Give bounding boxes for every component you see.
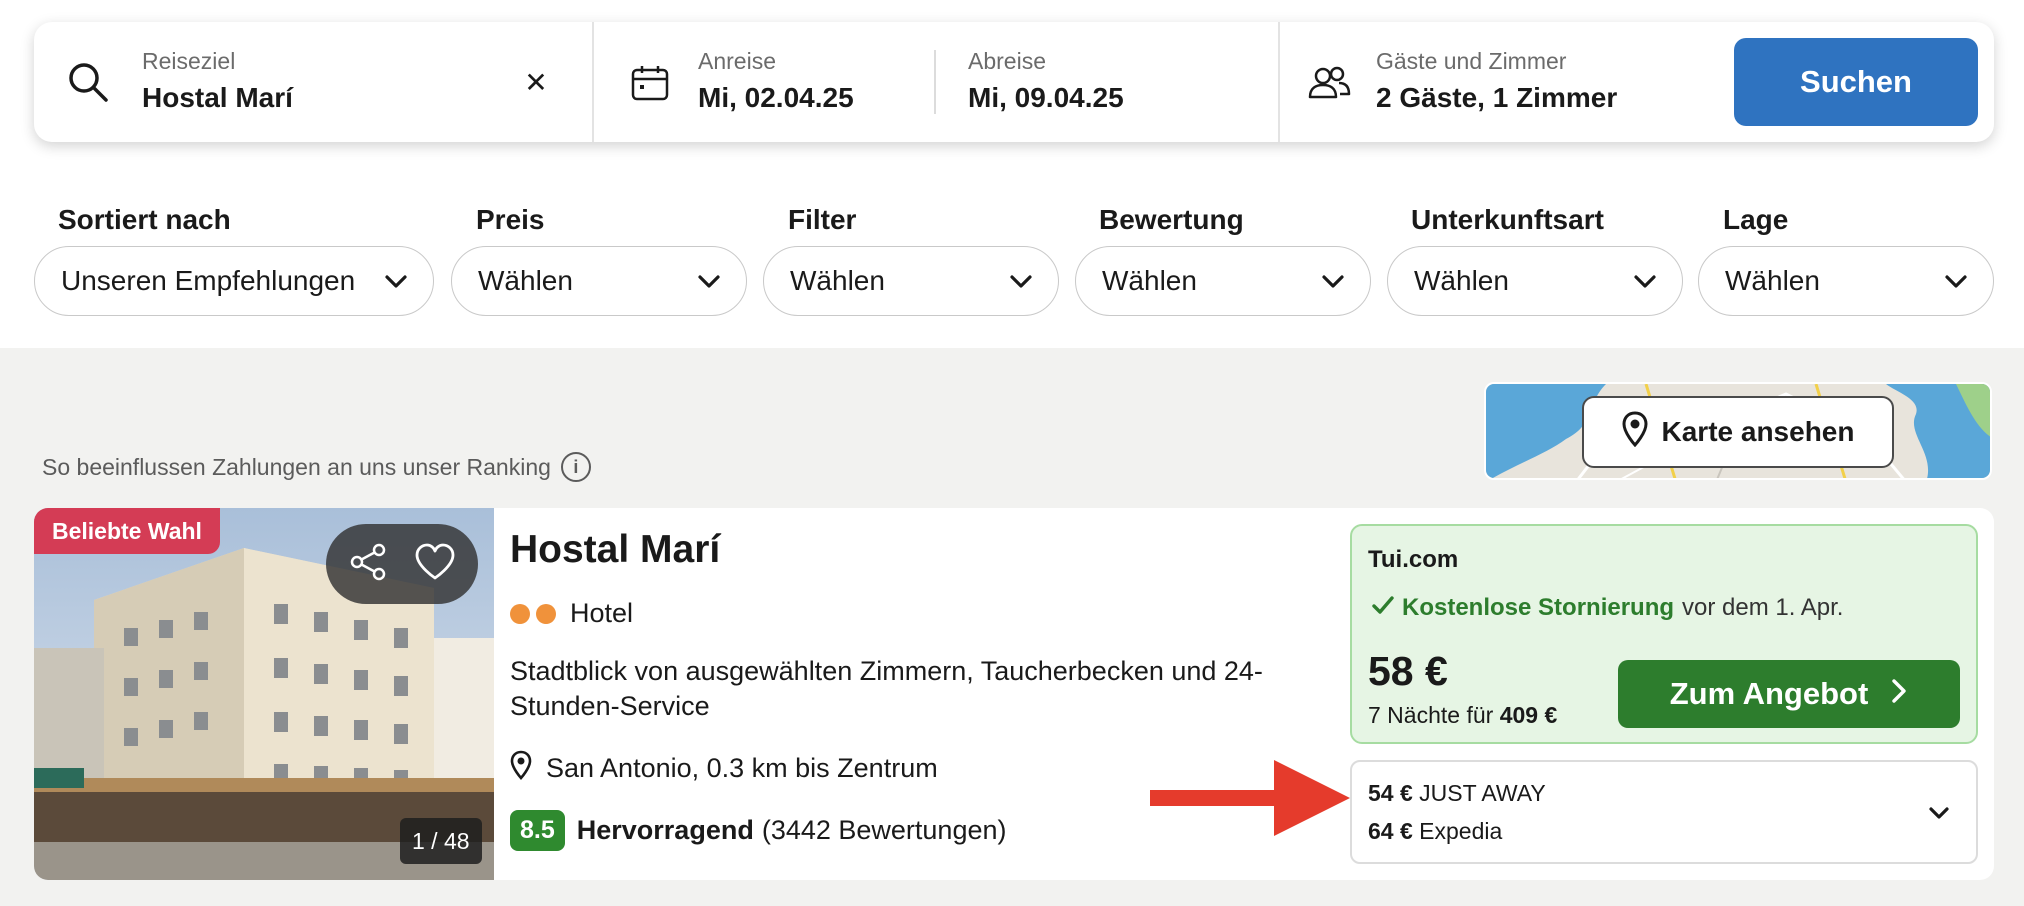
search-icon xyxy=(66,60,110,109)
filter-label-property-type: Unterkunftsart xyxy=(1411,204,1604,235)
checkin-label: Anreise xyxy=(698,48,776,74)
divider xyxy=(592,22,594,142)
ranking-note[interactable]: So beeinflussen Zahlungen an uns unser R… xyxy=(42,452,591,482)
price-select[interactable]: Wählen xyxy=(451,246,747,316)
chevron-down-icon xyxy=(1943,269,1969,302)
hotel-description: Stadtblick von ausgewählten Zimmern, Tau… xyxy=(510,656,1263,721)
deal-provider: Tui.com xyxy=(1368,546,1459,573)
location-pin-icon xyxy=(510,750,532,787)
deal-total-price: 409 € xyxy=(1499,702,1558,728)
filter-label-rating: Bewertung xyxy=(1099,204,1244,235)
heart-icon[interactable] xyxy=(414,543,456,586)
divider xyxy=(934,50,936,114)
deal-total: 7 Nächte für 409 € xyxy=(1368,702,1557,729)
view-deal-button[interactable]: Zum Angebot xyxy=(1618,660,1960,728)
destination-label: Reiseziel xyxy=(142,48,236,74)
other-offer-price: 64 € xyxy=(1368,818,1413,844)
rating-row[interactable]: 8.5 Hervorragend (3442 Bewertungen) xyxy=(510,810,1007,851)
destination-input[interactable]: Hostal Marí xyxy=(142,82,293,114)
other-offer-provider: Expedia xyxy=(1419,818,1503,844)
rating-select[interactable]: Wählen xyxy=(1075,246,1371,316)
other-offer-price: 54 € xyxy=(1368,780,1413,806)
rating-count: (3442 Bewertungen) xyxy=(761,815,1007,845)
filter-label-price: Preis xyxy=(476,204,545,235)
ranking-note-text: So beeinflussen Zahlungen an uns unser R… xyxy=(42,453,551,480)
other-offers[interactable]: 54 € JUST AWAY 64 € Expedia xyxy=(1350,760,1978,864)
view-deal-label: Zum Angebot xyxy=(1669,676,1869,711)
view-map-label: Karte ansehen xyxy=(1661,416,1855,447)
filter-select[interactable]: Wählen xyxy=(763,246,1059,316)
rating-score-badge: 8.5 xyxy=(510,810,565,851)
hotel-location: San Antonio, 0.3 km bis Zentrum xyxy=(510,750,938,787)
hotel-location-text: San Antonio, 0.3 km bis Zentrum xyxy=(546,753,938,783)
property-type-select-value: Wählen xyxy=(1414,265,1509,296)
clear-destination-button[interactable]: ✕ xyxy=(516,62,556,102)
location-select-value: Wählen xyxy=(1725,265,1820,296)
divider xyxy=(1278,22,1280,142)
chevron-down-icon xyxy=(1008,269,1034,302)
chevron-right-icon xyxy=(1890,676,1908,712)
other-offer-1: 54 € JUST AWAY xyxy=(1368,780,1546,807)
hotel-type-label: Hotel xyxy=(570,598,634,628)
check-icon xyxy=(1372,594,1394,622)
photo-actions xyxy=(326,524,478,604)
chevron-down-icon[interactable] xyxy=(1926,800,1952,831)
hotel-name[interactable]: Hostal Marí xyxy=(510,528,720,572)
checkin-field[interactable]: Mi, 02.04.25 xyxy=(698,82,854,114)
filter-label-location: Lage xyxy=(1723,204,1789,235)
red-arrow-annotation xyxy=(1150,758,1350,843)
hotel-photo[interactable]: Beliebte Wahl 1 / 48 xyxy=(34,508,494,880)
chevron-down-icon xyxy=(696,269,722,302)
photo-counter: 1 / 48 xyxy=(400,818,482,864)
close-icon: ✕ xyxy=(524,66,548,98)
search-button[interactable]: Suchen xyxy=(1734,38,1978,126)
location-select[interactable]: Wählen xyxy=(1698,246,1994,316)
free-cancellation-label: Kostenlose Stornierung xyxy=(1402,594,1675,621)
other-offer-2: 64 € Expedia xyxy=(1368,818,1502,845)
chevron-down-icon xyxy=(1632,269,1658,302)
property-type-select[interactable]: Wählen xyxy=(1387,246,1683,316)
hotel-type: Hotel xyxy=(510,598,633,629)
checkout-label: Abreise xyxy=(968,48,1046,74)
free-cancellation: Kostenlose Stornierung vor dem 1. Apr. xyxy=(1372,594,1843,622)
chevron-down-icon xyxy=(383,269,409,302)
best-deal-box[interactable]: Tui.com Kostenlose Stornierung vor dem 1… xyxy=(1350,524,1978,744)
star-dot xyxy=(510,603,530,624)
price-select-value: Wählen xyxy=(478,265,573,296)
map-pin-icon xyxy=(1622,410,1648,454)
filter-label-sort: Sortiert nach xyxy=(58,204,231,235)
sort-select[interactable]: Unseren Empfehlungen xyxy=(34,246,434,316)
info-icon: i xyxy=(560,452,591,482)
search-bar: Reiseziel Hostal Marí ✕ Anreise Mi, 02.0… xyxy=(34,22,1994,142)
hotel-result-card[interactable]: Beliebte Wahl 1 / 48 Hostal Marí Hotel S… xyxy=(34,508,1994,880)
free-cancellation-date: vor dem 1. Apr. xyxy=(1682,594,1844,621)
filter-select-value: Wählen xyxy=(790,265,885,296)
deal-price: 58 € xyxy=(1368,648,1448,694)
chevron-down-icon xyxy=(1320,269,1346,302)
deal-nights-text: 7 Nächte für xyxy=(1368,702,1494,728)
filter-label-filter: Filter xyxy=(788,204,857,235)
checkout-field[interactable]: Mi, 09.04.25 xyxy=(968,82,1124,114)
view-map-button[interactable]: Karte ansehen xyxy=(1582,396,1894,468)
guests-label: Gäste und Zimmer xyxy=(1376,48,1567,74)
popular-badge: Beliebte Wahl xyxy=(34,508,220,554)
guests-icon xyxy=(1306,64,1352,107)
guests-field[interactable]: 2 Gäste, 1 Zimmer xyxy=(1376,82,1617,114)
other-offer-provider: JUST AWAY xyxy=(1419,780,1546,806)
calendar-icon xyxy=(630,64,670,107)
star-rating xyxy=(510,603,556,624)
share-icon[interactable] xyxy=(349,542,389,587)
rating-select-value: Wählen xyxy=(1102,265,1197,296)
rating-word: Hervorragend xyxy=(576,815,754,845)
sort-select-value: Unseren Empfehlungen xyxy=(61,265,356,296)
star-dot xyxy=(536,603,556,624)
